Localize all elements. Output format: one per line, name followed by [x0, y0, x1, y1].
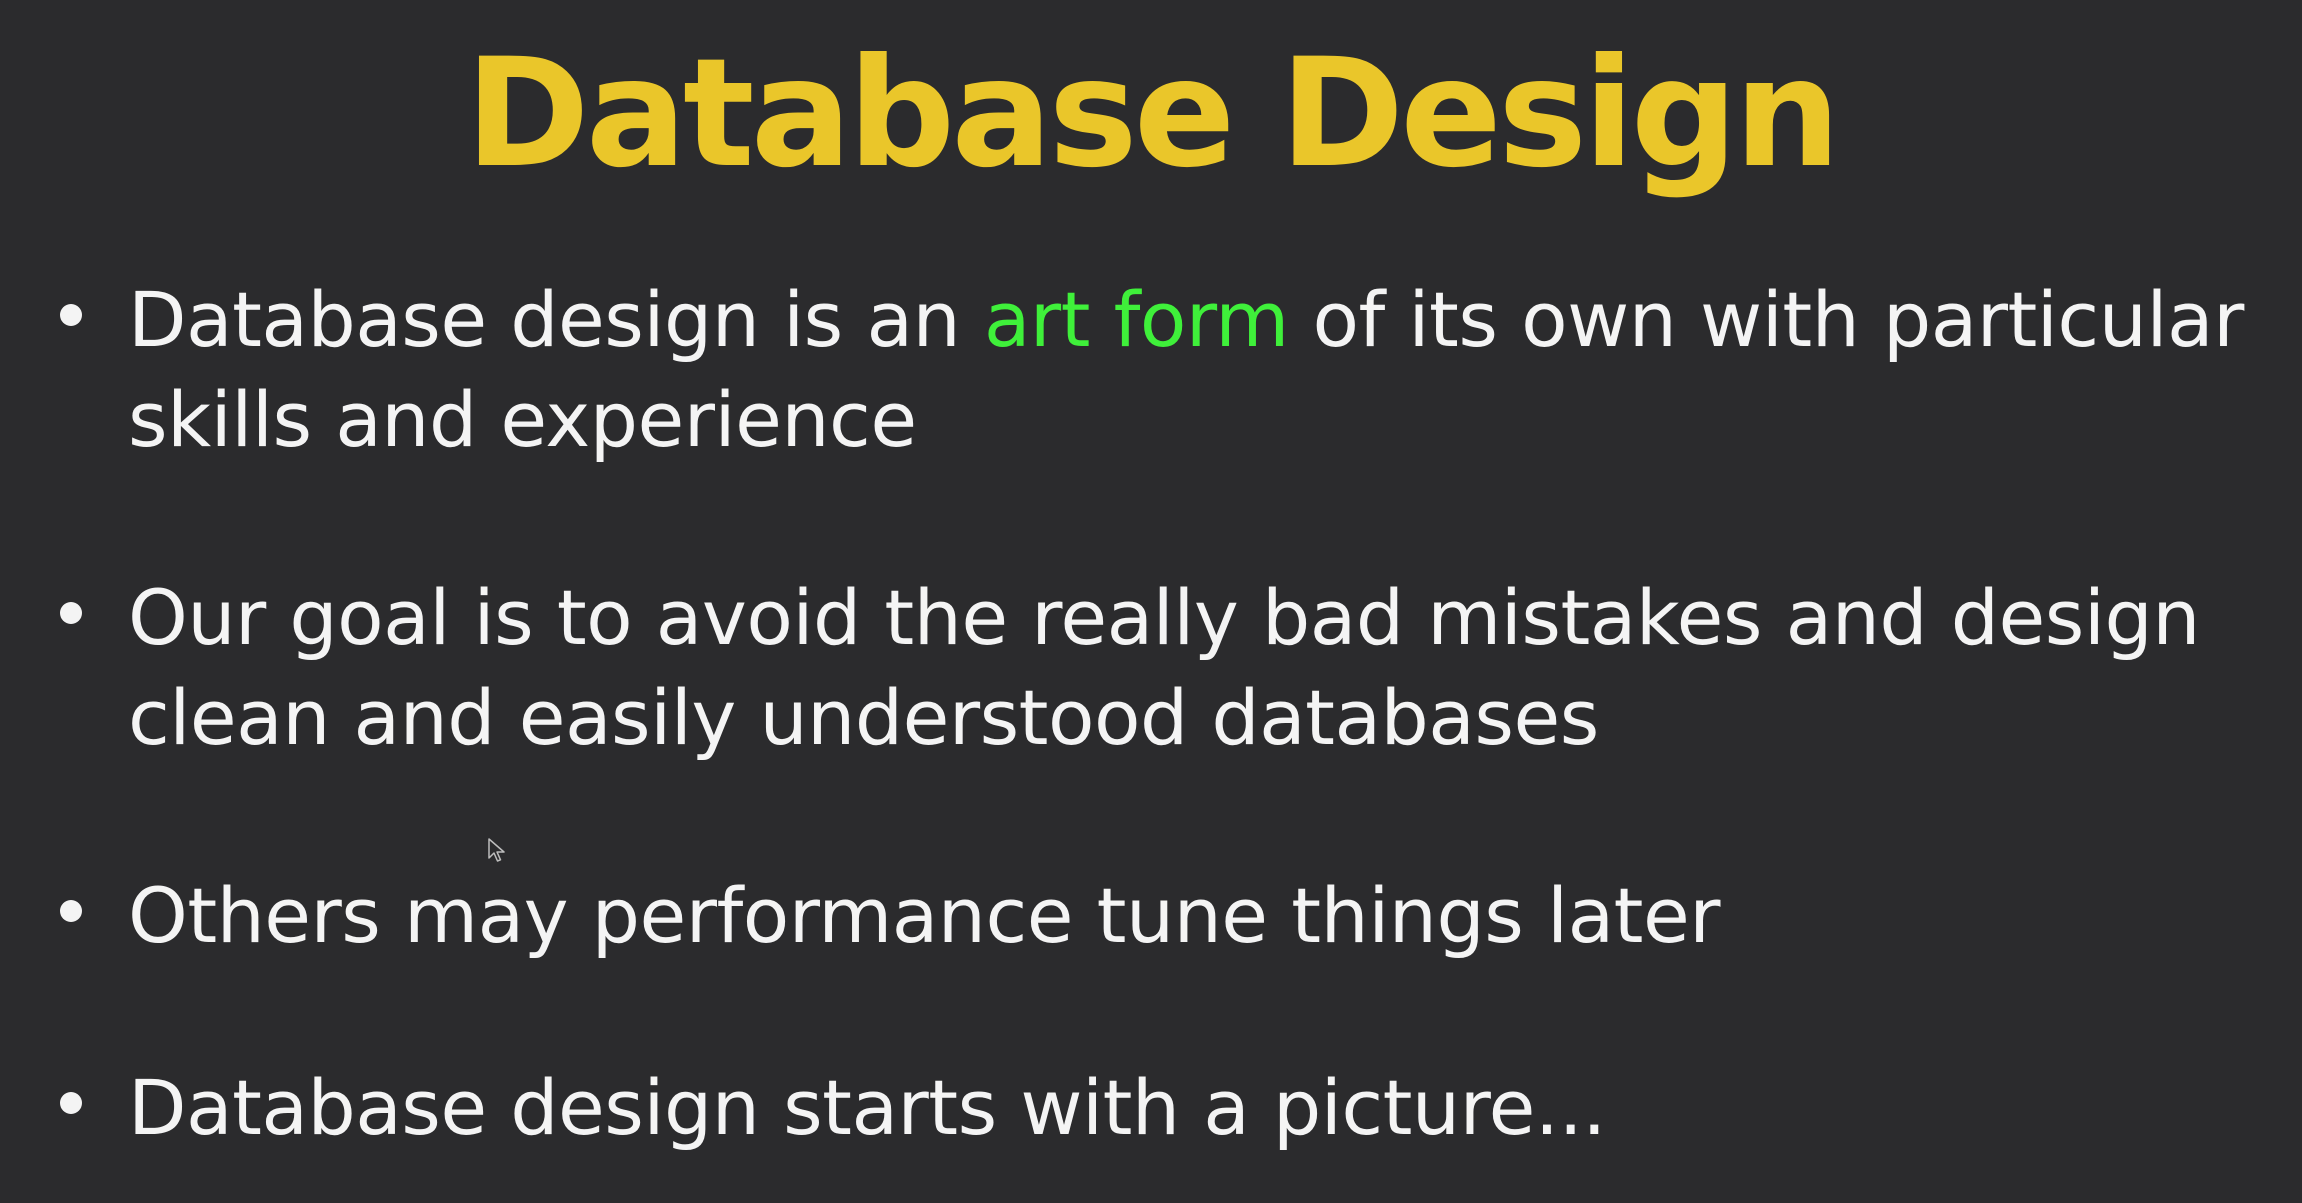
bullet-2-text: Our goal is to avoid the really bad mist… [128, 573, 2200, 762]
bullet-dot-icon [60, 900, 82, 922]
bullet-item-3: Others may performance tune things later [50, 866, 2280, 966]
bullet-dot-icon [60, 304, 82, 326]
bullet-4-text: Database design starts with a picture... [128, 1063, 1606, 1152]
mouse-pointer-icon [488, 838, 505, 862]
bullet-1-highlight: art form [983, 275, 1289, 364]
bullet-1-text-start: Database design is an [128, 275, 984, 364]
bullet-list: Database design is an art form of its ow… [50, 270, 2280, 1158]
slide-title: Database Design [465, 27, 1841, 201]
bullet-dot-icon [60, 1092, 82, 1114]
bullet-item-2: Our goal is to avoid the really bad mist… [50, 568, 2280, 768]
bullet-item-4: Database design starts with a picture... [50, 1058, 2280, 1158]
bullet-item-1: Database design is an art form of its ow… [50, 270, 2280, 470]
bullet-dot-icon [60, 602, 82, 624]
slide: Database Design Database design is an ar… [0, 0, 2302, 1203]
bullet-3-text: Others may performance tune things later [128, 871, 1720, 960]
